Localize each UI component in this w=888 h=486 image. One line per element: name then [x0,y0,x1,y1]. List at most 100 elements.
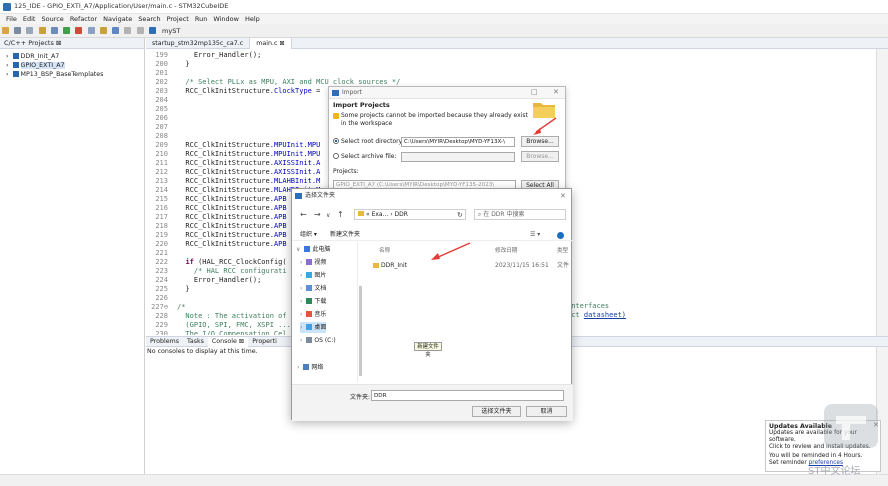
menu-item-help[interactable]: Help [245,14,260,24]
sidebar-item[interactable]: › 音乐 [300,309,326,320]
menu-item-window[interactable]: Window [213,14,239,24]
archive-option[interactable]: Select archive file: [333,153,397,160]
back-icon[interactable] [124,27,132,34]
new-folder-button[interactable]: 新建文件夹 [330,229,360,241]
code-line[interactable]: 213 RCC_ClkInitStructure.MLAHBInit.M [146,177,320,186]
menu-item-file[interactable]: File [6,14,17,24]
list-item[interactable]: DDR_Init 2023/11/15 16:51 文件 [373,261,569,271]
root-directory-field[interactable]: C:\Users\MYIR\Desktop\MYD-YF13X-\ [401,137,515,147]
code-line[interactable]: 209 RCC_ClkInitStructure.MPUInit.MPU [146,141,320,150]
column-type[interactable]: 类型 [557,246,568,254]
debug-icon[interactable] [50,27,58,34]
close-icon[interactable]: ✕ [560,192,566,200]
code-line[interactable]: 216 RCC_ClkInitStructure.APB [146,204,286,213]
tab-problems[interactable]: Problems [146,337,183,347]
chevron-icon[interactable]: › [300,285,302,292]
code-line[interactable]: 205 [146,105,177,114]
tab-main-c[interactable]: main.c ⊠ [250,38,292,49]
close-icon[interactable]: ✕ [553,88,559,96]
sidebar-item[interactable]: › 下载 [300,296,326,307]
save-all-icon[interactable] [26,27,34,34]
archive-radio[interactable] [333,153,339,159]
maximize-icon[interactable]: □ [531,88,538,96]
code-line[interactable]: 217 RCC_ClkInitStructure.APB [146,213,286,222]
refresh-icon[interactable]: ↻ [457,211,463,219]
menu-item-source[interactable]: Source [41,14,63,24]
browse-root-button[interactable]: Browse... [521,136,559,147]
address-bar[interactable]: « Exa... › DDR [354,209,466,220]
chevron-icon[interactable]: › [300,324,302,331]
menu-item-edit[interactable]: Edit [23,14,36,24]
column-name[interactable]: 名称 [379,246,390,254]
code-line[interactable]: 212 RCC_ClkInitStructure.AXISSInit.A [146,168,320,177]
code-line[interactable]: 215 RCC_ClkInitStructure.APB [146,195,286,204]
view-options-icon[interactable]: ☰ ▾ [530,229,540,241]
chevron-icon[interactable]: › [300,337,302,344]
myst-button[interactable]: myST [162,27,180,35]
code-line[interactable]: 223 /* HAL RCC configurati [146,267,286,276]
code-line[interactable]: 211 RCC_ClkInitStructure.AXISSInit.A [146,159,320,168]
select-folder-button[interactable]: 选择文件夹 [472,406,521,417]
code-line[interactable]: 224 Error_Handler(); [146,276,261,285]
code-line[interactable]: 203 RCC_ClkInitStructure.ClockType = [146,87,320,96]
code-line[interactable]: 228 Note : The activation of [146,312,286,321]
project-item[interactable]: › DDR_Init_A7 [0,52,144,61]
code-line[interactable]: 206 [146,114,177,123]
menu-item-search[interactable]: Search [138,14,160,24]
tab-tasks[interactable]: Tasks [183,337,208,347]
sidebar-item[interactable]: › 桌面 [300,322,327,333]
search-icon[interactable] [112,27,120,34]
menu-item-project[interactable]: Project [167,14,189,24]
code-line[interactable]: 201 [146,69,177,78]
sidebar-item[interactable]: › 文档 [300,283,326,294]
tab-console[interactable]: Console ⊠ [207,337,249,347]
help-icon[interactable] [557,232,564,239]
save-icon[interactable] [14,27,22,34]
code-line[interactable]: 225 } [146,285,189,294]
up-arrow-icon[interactable]: ↑ [337,210,344,219]
myst-icon[interactable] [148,27,156,34]
chevron-icon[interactable]: › [300,259,302,266]
menu-item-run[interactable]: Run [195,14,207,24]
chevron-icon[interactable]: › [300,311,302,318]
code-line[interactable]: 230 The I/O Compensation Cel [146,330,286,335]
code-line[interactable]: 227⊖ /* [146,303,185,312]
chevron-icon[interactable]: › [297,364,299,371]
back-arrow-icon[interactable]: ← [300,210,307,219]
datasheet-link[interactable]: datasheet) [584,311,626,319]
project-item[interactable]: › GPIO_EXTI_A7 [0,61,144,70]
stop-icon[interactable] [75,27,83,34]
menu-item-navigate[interactable]: Navigate [103,14,132,24]
project-item[interactable]: › MP13_BSP_BaseTemplates [0,70,144,79]
chevron-icon[interactable]: › [300,298,302,305]
code-line[interactable]: 229 (GPIO, SPI, FMC, XSPI ... [146,321,290,330]
chevron-icon[interactable]: › [300,272,302,279]
new-icon[interactable] [2,27,9,34]
code-line[interactable]: 207 [146,123,177,132]
code-line[interactable]: 204 [146,96,177,105]
hammer-icon[interactable] [38,27,46,34]
code-line[interactable]: 219 RCC_ClkInitStructure.APB [146,231,286,240]
search-input[interactable]: ⌕ 在 DDR 中搜索 [474,209,566,220]
sidebar-item[interactable]: › 视频 [300,257,326,268]
sidebar-item[interactable]: › OS (C:) [300,335,336,346]
code-line[interactable]: 210 RCC_ClkInitStructure.MPUInit.MPU [146,150,320,159]
run-icon[interactable] [63,27,71,34]
cancel-button[interactable]: 取消 [526,406,567,417]
column-modified[interactable]: 修改日期 [495,246,517,254]
code-line[interactable]: 220 RCC_ClkInitStructure.APB [146,240,286,249]
code-line[interactable]: 199 Error_Handler(); [146,51,261,60]
sidebar-item[interactable]: ∨ 此电脑 [296,244,330,255]
root-directory-option[interactable]: Select root directory: [333,138,404,145]
code-line[interactable]: 222 if (HAL_RCC_ClockConfig( [146,258,286,267]
tab-startup-file[interactable]: startup_stm32mp135c_ca7.c [146,38,251,49]
code-line[interactable]: 221 [146,249,177,258]
forward-arrow-icon[interactable]: → [314,210,321,219]
gear-icon[interactable] [87,27,95,34]
folder-icon[interactable] [99,27,107,34]
root-directory-radio[interactable] [333,138,339,144]
organize-menu[interactable]: 组织 ▾ [300,229,317,241]
chevron-down-icon[interactable]: ∨ [326,212,330,219]
sidebar-item[interactable]: › 网络 [297,362,323,373]
sidebar-item[interactable]: › 图片 [300,270,326,281]
